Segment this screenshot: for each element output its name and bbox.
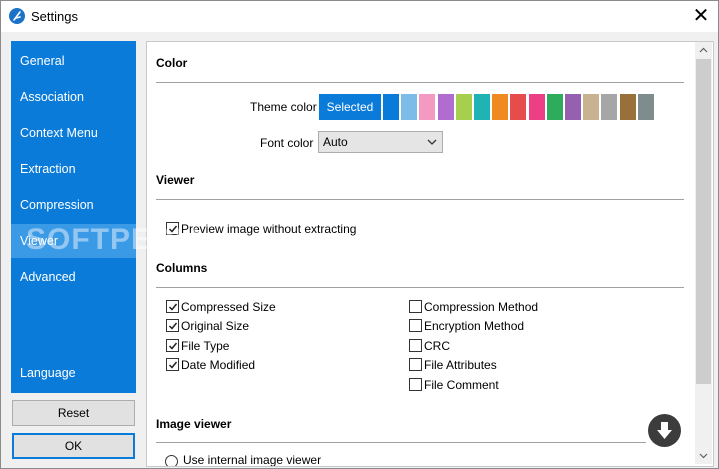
preview-image-label: Preview image without extracting — [181, 222, 357, 236]
theme-swatch[interactable] — [437, 94, 454, 120]
divider — [156, 287, 684, 288]
crc-label: CRC — [424, 339, 450, 353]
close-icon[interactable]: ✕ — [685, 3, 717, 30]
sidebar-item-general[interactable]: General — [11, 44, 136, 78]
section-title-viewer: Viewer — [156, 173, 195, 187]
internal-viewer-radio[interactable] — [165, 455, 178, 466]
preview-image-checkbox[interactable] — [166, 222, 179, 235]
sidebar-item-viewer[interactable]: Viewer — [11, 224, 136, 258]
file-type-checkbox[interactable] — [166, 339, 179, 352]
original-size-label: Original Size — [181, 319, 250, 333]
theme-swatch[interactable] — [474, 94, 490, 120]
theme-swatch[interactable] — [401, 94, 418, 120]
theme-swatch-selected[interactable]: Selected — [319, 94, 381, 120]
date-modified-label: Date Modified — [181, 358, 256, 372]
encryption-method-checkbox[interactable] — [409, 319, 422, 332]
file-type-label: File Type — [181, 339, 230, 353]
divider — [156, 82, 684, 83]
file-attributes-label: File Attributes — [424, 358, 497, 372]
theme-swatch[interactable] — [419, 94, 436, 120]
section-title-columns: Columns — [156, 261, 208, 275]
font-color-value: Auto — [323, 135, 348, 149]
sidebar-item-advanced[interactable]: Advanced — [11, 260, 136, 294]
sidebar-item-language[interactable]: Language — [11, 356, 136, 390]
theme-swatch[interactable] — [455, 94, 472, 120]
settings-window: Settings ✕ General Association Context M… — [0, 0, 719, 469]
crc-checkbox[interactable] — [409, 339, 422, 352]
divider — [156, 199, 684, 200]
original-size-checkbox[interactable] — [166, 319, 179, 332]
arrow-down-icon — [657, 422, 672, 439]
scroll-down-button[interactable] — [648, 414, 681, 447]
ok-button[interactable]: OK — [12, 433, 135, 459]
vertical-scrollbar[interactable] — [695, 42, 712, 464]
theme-swatch[interactable] — [637, 94, 654, 120]
scrollbar-thumb[interactable] — [696, 59, 711, 384]
compression-method-label: Compression Method — [424, 300, 539, 314]
theme-color-label: Theme color — [250, 100, 317, 114]
scroll-down-icon[interactable] — [695, 447, 712, 464]
chevron-down-icon — [427, 139, 437, 145]
section-title-color: Color — [156, 56, 188, 70]
sidebar: General Association Context Menu Extract… — [11, 41, 136, 393]
file-comment-label: File Comment — [424, 378, 499, 392]
file-attributes-checkbox[interactable] — [409, 358, 422, 371]
check-icon — [168, 342, 178, 350]
theme-swatch[interactable] — [583, 94, 600, 120]
feather-icon — [9, 8, 25, 24]
section-title-image-viewer: Image viewer — [156, 417, 232, 431]
sidebar-item-compression[interactable]: Compression — [11, 188, 136, 222]
file-comment-checkbox[interactable] — [409, 378, 422, 391]
font-color-label: Font color — [260, 136, 314, 150]
title-bar: Settings ✕ — [1, 1, 718, 32]
check-icon — [168, 361, 178, 369]
divider — [156, 442, 646, 443]
scroll-up-icon[interactable] — [695, 42, 712, 59]
theme-swatch[interactable] — [528, 94, 545, 120]
sidebar-item-association[interactable]: Association — [11, 80, 136, 114]
theme-swatch[interactable] — [601, 94, 618, 120]
theme-swatch[interactable] — [510, 94, 527, 120]
theme-swatch[interactable] — [565, 94, 581, 120]
check-icon — [168, 303, 178, 311]
encryption-method-label: Encryption Method — [424, 319, 525, 333]
compression-method-checkbox[interactable] — [409, 300, 422, 313]
font-color-select[interactable]: Auto — [318, 131, 443, 153]
reset-button[interactable]: Reset — [12, 400, 135, 426]
internal-viewer-label: Use internal image viewer — [183, 453, 322, 467]
date-modified-checkbox[interactable] — [166, 358, 179, 371]
check-icon — [168, 322, 178, 330]
sidebar-item-context-menu[interactable]: Context Menu — [11, 116, 136, 150]
theme-swatch[interactable] — [492, 94, 509, 120]
sidebar-item-extraction[interactable]: Extraction — [11, 152, 136, 186]
compressed-size-checkbox[interactable] — [166, 300, 179, 313]
compressed-size-label: Compressed Size — [181, 300, 276, 314]
settings-panel: Color Theme color Selected Font color Au… — [146, 41, 714, 467]
check-icon — [168, 225, 178, 233]
theme-swatch[interactable] — [546, 94, 563, 120]
window-title: Settings — [31, 9, 78, 24]
theme-swatch[interactable] — [383, 94, 399, 120]
theme-swatch[interactable] — [619, 94, 636, 120]
